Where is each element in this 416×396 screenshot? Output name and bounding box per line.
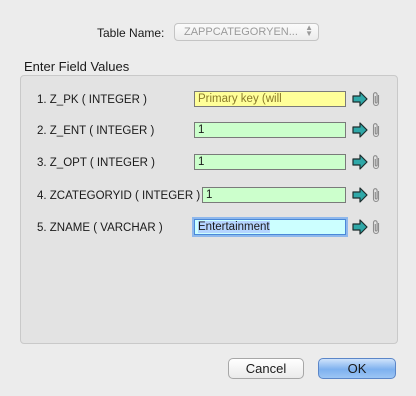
table-name-row: Table Name: ZAPPCATEGORYEN... ▲ ▼ [0, 22, 416, 44]
paperclip-icon[interactable] [371, 154, 381, 170]
field-row-zcategoryid: 4. ZCATEGORYID ( INTEGER ) 1 [0, 187, 416, 207]
field-row-z-opt: 3. Z_OPT ( INTEGER ) 1 [0, 154, 416, 174]
chevron-updown-icon: ▲ ▼ [305, 23, 313, 38]
paperclip-icon[interactable] [371, 219, 381, 235]
field-row-z-ent: 2. Z_ENT ( INTEGER ) 1 [0, 122, 416, 142]
zname-selected-text: Entertainment [198, 221, 270, 233]
paperclip-icon[interactable] [371, 91, 381, 107]
cancel-button[interactable]: Cancel [228, 358, 304, 379]
zname-input[interactable]: Entertainment [194, 219, 346, 235]
table-name-label: Table Name: [97, 26, 165, 40]
table-name-value: ZAPPCATEGORYEN... [184, 26, 298, 38]
paperclip-icon[interactable] [371, 187, 381, 203]
field-row-z-pk: 1. Z_PK ( INTEGER ) Primary key (will [0, 91, 416, 111]
group-title: Enter Field Values [24, 59, 130, 74]
arrow-right-icon[interactable] [352, 154, 368, 170]
ok-button[interactable]: OK [318, 358, 396, 379]
arrow-right-icon[interactable] [352, 187, 368, 203]
z-pk-input[interactable]: Primary key (will [194, 91, 346, 107]
arrow-right-icon[interactable] [352, 219, 368, 235]
paperclip-icon[interactable] [371, 122, 381, 138]
field-values-group [20, 75, 398, 344]
field-label: 3. Z_OPT ( INTEGER ) [37, 157, 155, 169]
field-row-zname: 5. ZNAME ( VARCHAR ) Entertainment [0, 219, 416, 239]
z-opt-input[interactable]: 1 [194, 154, 346, 170]
table-name-select[interactable]: ZAPPCATEGORYEN... ▲ ▼ [174, 23, 319, 41]
field-label: 5. ZNAME ( VARCHAR ) [37, 222, 163, 234]
field-label: 1. Z_PK ( INTEGER ) [37, 94, 147, 106]
field-label: 4. ZCATEGORYID ( INTEGER ) [37, 190, 201, 202]
field-label: 2. Z_ENT ( INTEGER ) [37, 125, 155, 137]
arrow-right-icon[interactable] [352, 122, 368, 138]
zcategoryid-input[interactable]: 1 [202, 187, 346, 203]
arrow-right-icon[interactable] [352, 91, 368, 107]
z-ent-input[interactable]: 1 [194, 122, 346, 138]
